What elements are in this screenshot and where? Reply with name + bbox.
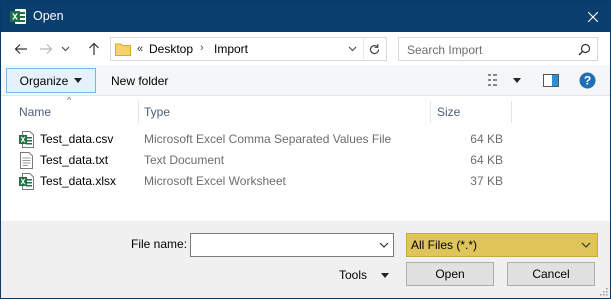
- chevron-down-icon: [581, 242, 591, 248]
- preview-pane-button[interactable]: [542, 71, 560, 89]
- address-row: « Desktop › Import Search Import: [1, 33, 610, 65]
- column-header-size[interactable]: Size: [437, 101, 460, 123]
- caret-down-icon: [381, 272, 390, 278]
- excel-file-icon: [19, 131, 34, 148]
- search-box[interactable]: Search Import: [398, 37, 598, 61]
- file-name-dropdown-button[interactable]: [378, 238, 390, 252]
- breadcrumb-arrow-icon[interactable]: ›: [200, 42, 204, 54]
- file-type-filter-select[interactable]: All Files (*.*): [406, 233, 598, 257]
- excel-icon: [10, 9, 26, 24]
- chevron-down-icon: [348, 46, 356, 52]
- view-details-icon: [488, 74, 497, 86]
- up-button[interactable]: [85, 40, 103, 58]
- file-name-input[interactable]: [190, 233, 394, 257]
- title-bar: Open: [1, 1, 610, 32]
- search-icon: [578, 43, 591, 56]
- tools-menu-button[interactable]: Tools: [339, 266, 390, 284]
- open-label: Open: [435, 267, 465, 281]
- column-header-type-label: Type: [144, 105, 171, 119]
- command-bar: Organize New folder ?: [1, 65, 610, 96]
- preview-pane-icon: [543, 73, 559, 87]
- file-type: Text Document: [144, 153, 225, 167]
- organize-label: Organize: [19, 73, 69, 88]
- change-view-button[interactable]: [487, 71, 505, 89]
- sort-ascending-icon: ^: [67, 95, 72, 105]
- back-arrow-icon: [14, 44, 27, 54]
- column-header-name-label: Name: [19, 105, 52, 119]
- refresh-button[interactable]: [363, 38, 385, 60]
- new-folder-button[interactable]: New folder: [105, 68, 174, 93]
- address-bar[interactable]: « Desktop › Import: [110, 37, 387, 61]
- column-divider[interactable]: [138, 101, 139, 123]
- file-type-filter-value: All Files (*.*): [411, 238, 478, 252]
- file-type: Microsoft Excel Comma Separated Values F…: [144, 132, 392, 146]
- new-folder-label: New folder: [111, 73, 169, 88]
- help-button[interactable]: ?: [577, 71, 597, 89]
- recent-locations-button[interactable]: [59, 40, 71, 58]
- address-dropdown-button[interactable]: [343, 38, 361, 60]
- chevron-down-icon: [61, 46, 69, 52]
- file-type: Microsoft Excel Worksheet: [144, 174, 286, 188]
- column-header-size-label: Size: [437, 105, 461, 119]
- close-icon: [588, 11, 598, 22]
- file-list: ^ Name Type Size Test_data.csv Microsoft…: [1, 95, 610, 221]
- column-header-name[interactable]: Name: [19, 101, 51, 123]
- file-name: Test_data.txt: [40, 153, 109, 167]
- help-icon: ?: [579, 72, 595, 88]
- caret-down-icon: [513, 77, 521, 83]
- cancel-label: Cancel: [532, 267, 570, 281]
- file-row[interactable]: Test_data.txt Text Document 64 KB: [1, 150, 610, 171]
- file-name: Test_data.csv: [40, 132, 114, 146]
- bottom-panel: File name: All Files (*.*) Tools Open Ca…: [1, 221, 610, 298]
- excel-file-icon: [19, 173, 34, 190]
- caret-down-icon: [74, 78, 83, 83]
- file-name: Test_data.xlsx: [40, 174, 117, 188]
- forward-button[interactable]: [37, 40, 55, 58]
- breadcrumb-import[interactable]: Import: [214, 42, 248, 56]
- forward-arrow-icon: [40, 44, 53, 54]
- open-button[interactable]: Open: [406, 262, 494, 286]
- open-dialog: Open « Desktop › Import Search Import Or…: [0, 0, 611, 299]
- organize-button[interactable]: Organize: [6, 68, 96, 93]
- view-options-dropdown[interactable]: [510, 71, 524, 89]
- back-button[interactable]: [12, 40, 30, 58]
- file-size: 64 KB: [470, 153, 503, 167]
- file-row[interactable]: Test_data.csv Microsoft Excel Comma Sepa…: [1, 129, 610, 150]
- filter-dropdown-button[interactable]: [580, 238, 592, 252]
- column-divider[interactable]: [430, 101, 431, 123]
- svg-text:?: ?: [583, 73, 590, 87]
- chevron-down-icon: [379, 242, 389, 248]
- resize-grip-icon[interactable]: [598, 286, 608, 296]
- column-header-type[interactable]: Type: [144, 101, 170, 123]
- refresh-icon: [369, 43, 380, 54]
- file-size: 64 KB: [470, 132, 503, 146]
- file-name-label: File name:: [131, 237, 188, 251]
- cancel-button[interactable]: Cancel: [507, 262, 595, 286]
- close-button[interactable]: [576, 1, 610, 32]
- up-arrow-icon: [89, 42, 99, 55]
- column-divider[interactable]: [511, 101, 512, 123]
- breadcrumb-desktop[interactable]: Desktop: [149, 42, 193, 56]
- overflow-chevron[interactable]: «: [137, 43, 143, 55]
- file-row[interactable]: Test_data.xlsx Microsoft Excel Worksheet…: [1, 171, 610, 192]
- window-title: Open: [33, 9, 64, 23]
- text-file-icon: [20, 152, 33, 169]
- folder-icon: [115, 43, 131, 56]
- tools-label: Tools: [339, 268, 368, 282]
- search-placeholder: Search Import: [407, 43, 483, 57]
- file-size: 37 KB: [470, 174, 503, 188]
